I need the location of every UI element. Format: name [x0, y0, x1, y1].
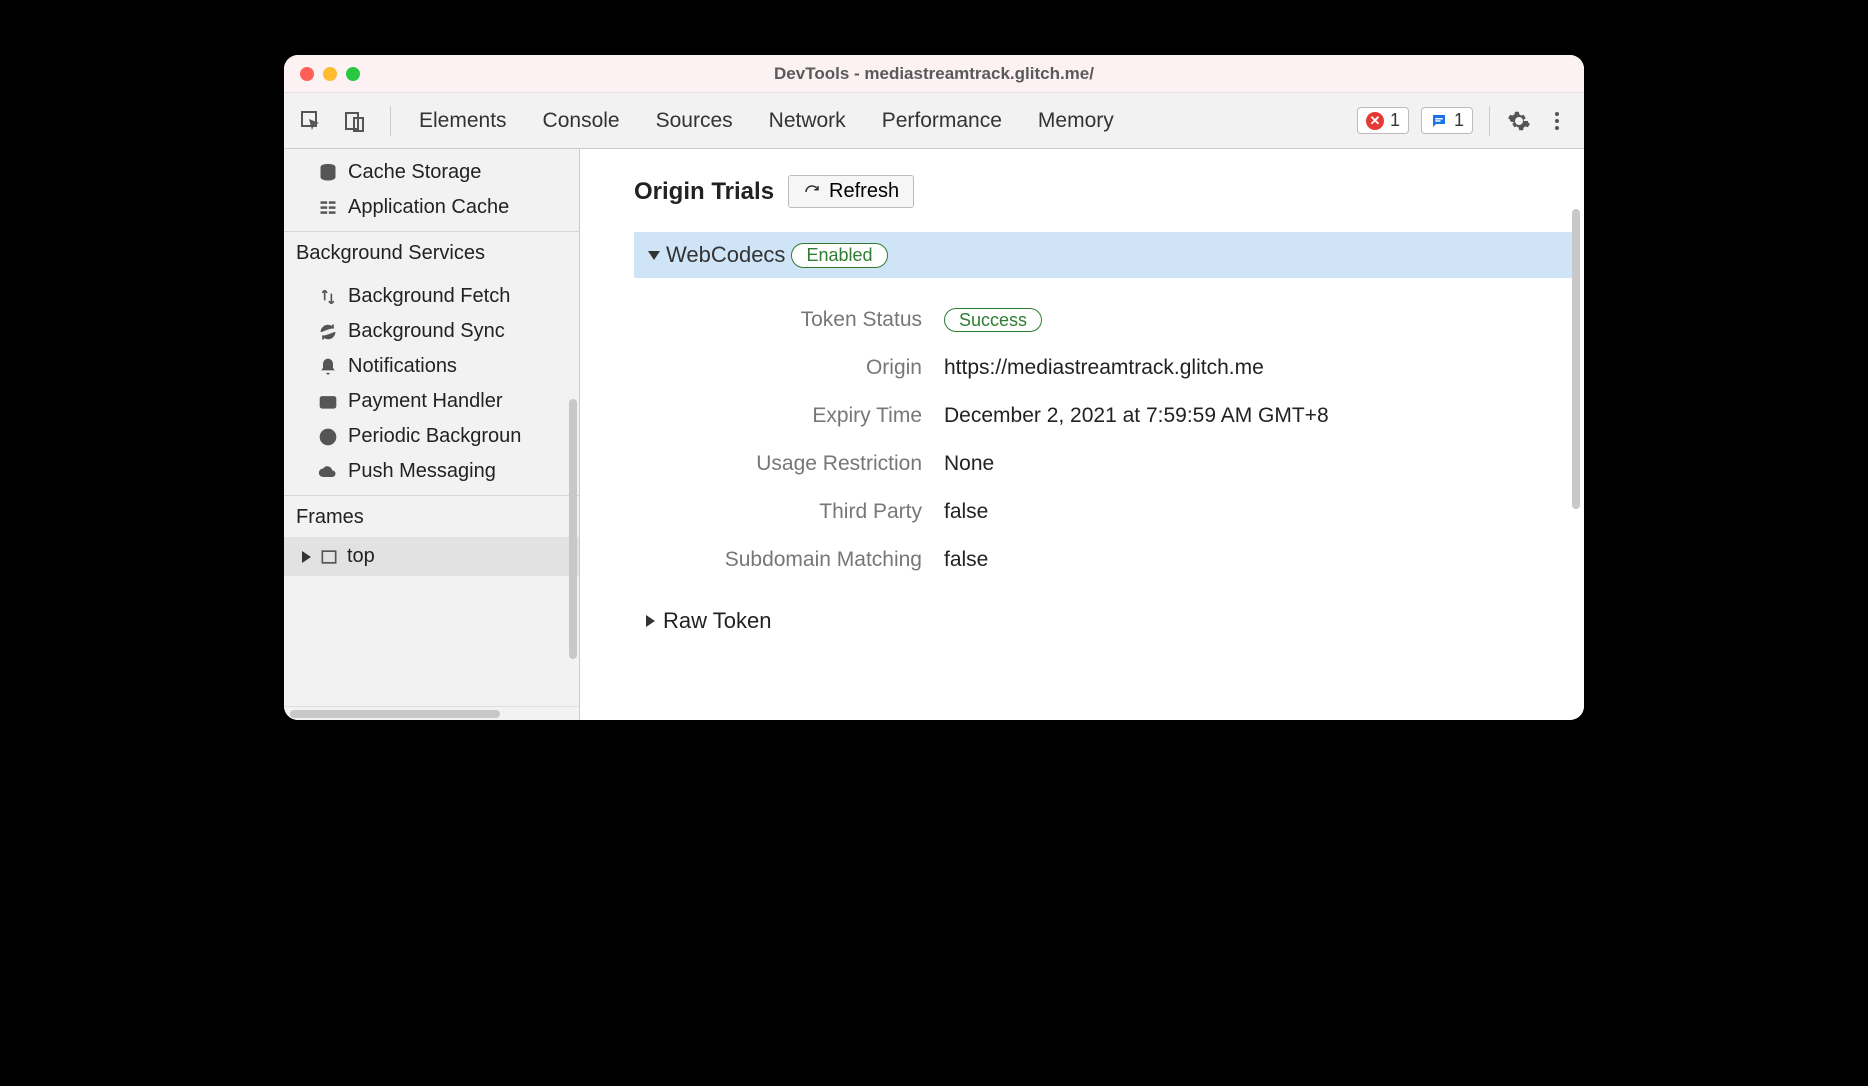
- main-toolbar: Elements Console Sources Network Perform…: [284, 93, 1584, 149]
- toolbar-separator-2: [1489, 106, 1490, 136]
- minimize-window-button[interactable]: [323, 67, 337, 81]
- maximize-window-button[interactable]: [346, 67, 360, 81]
- detail-row-origin: Origin https://mediastreamtrack.glitch.m…: [652, 344, 1584, 392]
- inspect-element-icon[interactable]: [298, 108, 324, 134]
- sidebar-item-label: Background Fetch: [348, 285, 510, 308]
- toolbar-separator: [390, 106, 391, 136]
- sidebar-item-label: top: [347, 545, 375, 568]
- detail-label: Subdomain Matching: [652, 548, 922, 572]
- raw-token-row[interactable]: Raw Token: [646, 608, 1584, 634]
- detail-label: Expiry Time: [652, 404, 922, 428]
- detail-row-usage: Usage Restriction None: [652, 440, 1584, 488]
- sidebar-item-cache-storage[interactable]: Cache Storage: [284, 155, 579, 190]
- trial-name: WebCodecs: [666, 242, 785, 268]
- message-icon: [1430, 112, 1448, 130]
- collapse-icon: [648, 251, 660, 260]
- sidebar-item-label: Application Cache: [348, 196, 509, 219]
- detail-value: None: [944, 452, 994, 476]
- error-count: 1: [1390, 110, 1400, 131]
- frame-icon: [319, 547, 339, 567]
- main-panel: Origin Trials Refresh WebCodecs Enabled …: [580, 149, 1584, 720]
- sidebar-bg-section: Background Fetch Background Sync Notific…: [284, 273, 579, 495]
- sidebar-item-notifications[interactable]: Notifications: [284, 349, 579, 384]
- tab-performance[interactable]: Performance: [882, 109, 1002, 133]
- error-icon: ✕: [1366, 112, 1384, 130]
- tab-console[interactable]: Console: [543, 109, 620, 133]
- sidebar-item-label: Notifications: [348, 355, 457, 378]
- tab-elements[interactable]: Elements: [419, 109, 507, 133]
- detail-label: Origin: [652, 356, 922, 380]
- bell-icon: [318, 357, 338, 377]
- sidebar-item-periodic-background[interactable]: Periodic Backgroun: [284, 419, 579, 454]
- window-title: DevTools - mediastreamtrack.glitch.me/: [284, 64, 1584, 84]
- transfer-icon: [318, 287, 338, 307]
- detail-value: false: [944, 548, 988, 572]
- panel-tabs: Elements Console Sources Network Perform…: [419, 109, 1114, 133]
- messages-badge[interactable]: 1: [1421, 107, 1473, 134]
- grid-icon: [318, 198, 338, 218]
- token-status-pill: Success: [944, 308, 1042, 332]
- clock-icon: [318, 427, 338, 447]
- toolbar-right: ✕ 1 1: [1357, 106, 1570, 136]
- tab-memory[interactable]: Memory: [1038, 109, 1114, 133]
- sidebar-item-label: Cache Storage: [348, 161, 481, 184]
- detail-row-expiry: Expiry Time December 2, 2021 at 7:59:59 …: [652, 392, 1584, 440]
- sidebar-item-label: Push Messaging: [348, 460, 496, 483]
- trial-row-webcodecs[interactable]: WebCodecs Enabled: [634, 232, 1578, 278]
- traffic-lights: [300, 67, 360, 81]
- sidebar-item-background-fetch[interactable]: Background Fetch: [284, 279, 579, 314]
- trial-details: Token Status Success Origin https://medi…: [652, 296, 1584, 584]
- sidebar-header-frames: Frames: [284, 495, 579, 537]
- sidebar-scrollbar-horizontal[interactable]: [284, 706, 579, 720]
- detail-row-subdomain: Subdomain Matching false: [652, 536, 1584, 584]
- sidebar-scrollbar-vertical[interactable]: [569, 399, 577, 659]
- detail-label: Third Party: [652, 500, 922, 524]
- expand-icon: [302, 551, 311, 563]
- sidebar-item-payment-handler[interactable]: Payment Handler: [284, 384, 579, 419]
- section-title: Origin Trials: [634, 178, 774, 206]
- detail-label: Usage Restriction: [652, 452, 922, 476]
- origin-trials-header: Origin Trials Refresh: [634, 175, 1584, 208]
- main-scrollbar-vertical[interactable]: [1572, 209, 1580, 509]
- titlebar: DevTools - mediastreamtrack.glitch.me/: [284, 55, 1584, 93]
- error-badge[interactable]: ✕ 1: [1357, 107, 1409, 134]
- cloud-icon: [318, 462, 338, 482]
- sidebar-item-application-cache[interactable]: Application Cache: [284, 190, 579, 225]
- gear-icon[interactable]: [1506, 108, 1532, 134]
- sidebar-item-frame-top[interactable]: top: [284, 537, 579, 576]
- body: Cache Storage Application Cache Backgrou…: [284, 149, 1584, 720]
- tab-sources[interactable]: Sources: [656, 109, 733, 133]
- sidebar-item-label: Payment Handler: [348, 390, 503, 413]
- sidebar-header-background-services: Background Services: [284, 231, 579, 273]
- detail-value: Success: [944, 308, 1042, 332]
- sidebar-cache-section: Cache Storage Application Cache: [284, 149, 579, 231]
- expand-icon: [646, 615, 655, 627]
- detail-value: false: [944, 500, 988, 524]
- sync-icon: [318, 322, 338, 342]
- sidebar-item-label: Background Sync: [348, 320, 505, 343]
- refresh-button[interactable]: Refresh: [788, 175, 914, 208]
- detail-label: Token Status: [652, 308, 922, 332]
- database-icon: [318, 163, 338, 183]
- sidebar: Cache Storage Application Cache Backgrou…: [284, 149, 580, 720]
- device-toolbar-icon[interactable]: [342, 108, 368, 134]
- sidebar-item-background-sync[interactable]: Background Sync: [284, 314, 579, 349]
- detail-row-token-status: Token Status Success: [652, 296, 1584, 344]
- detail-row-third-party: Third Party false: [652, 488, 1584, 536]
- refresh-icon: [803, 183, 821, 201]
- detail-value: December 2, 2021 at 7:59:59 AM GMT+8: [944, 404, 1329, 428]
- credit-card-icon: [318, 392, 338, 412]
- refresh-label: Refresh: [829, 180, 899, 203]
- detail-value: https://mediastreamtrack.glitch.me: [944, 356, 1264, 380]
- raw-token-label: Raw Token: [663, 608, 771, 634]
- close-window-button[interactable]: [300, 67, 314, 81]
- tab-network[interactable]: Network: [769, 109, 846, 133]
- message-count: 1: [1454, 110, 1464, 131]
- sidebar-item-label: Periodic Backgroun: [348, 425, 521, 448]
- more-icon[interactable]: [1544, 108, 1570, 134]
- sidebar-item-push-messaging[interactable]: Push Messaging: [284, 454, 579, 489]
- devtools-window: DevTools - mediastreamtrack.glitch.me/ E…: [284, 55, 1584, 720]
- trial-status-pill: Enabled: [791, 243, 887, 268]
